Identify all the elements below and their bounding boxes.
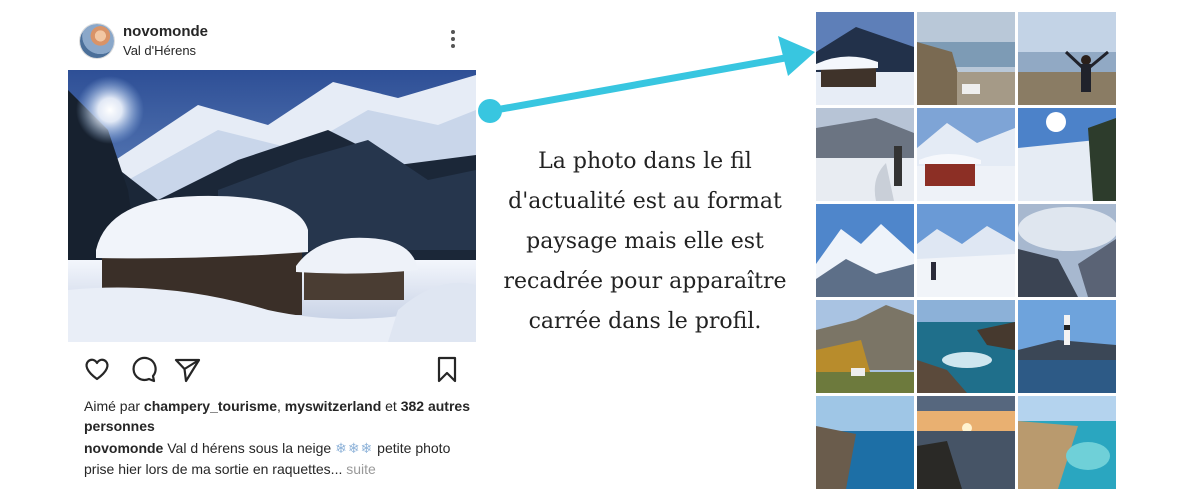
grid-photo-sunny-slope[interactable] xyxy=(1018,108,1116,201)
grid-photo-hiker-ridge[interactable] xyxy=(917,204,1015,297)
likes-prefix: Aimé par xyxy=(84,398,144,414)
post-caption: novomonde Val d hérens sous la neige ❄❄❄… xyxy=(84,438,474,480)
annotation-text: La photo dans le fil d'actualité est au … xyxy=(503,149,787,334)
comment-icon[interactable] xyxy=(128,354,158,384)
grid-photo-snowy-path[interactable] xyxy=(816,108,914,201)
grid-photo-autumn-valley[interactable] xyxy=(816,300,914,393)
grid-photo-sea-cliffs[interactable] xyxy=(816,396,914,489)
post-username[interactable]: novomonde xyxy=(123,23,208,40)
post-photo[interactable] xyxy=(68,70,476,342)
post-actions xyxy=(68,350,476,386)
arrow-icon xyxy=(478,36,815,123)
heart-icon[interactable] xyxy=(82,354,112,384)
likes-and: et xyxy=(381,398,401,414)
likes-separator: , xyxy=(276,398,285,414)
liker-link-2[interactable]: myswitzerland xyxy=(285,398,381,414)
profile-grid xyxy=(816,12,1116,489)
grid-photo-lighthouse[interactable] xyxy=(1018,300,1116,393)
grid-photo-snow-valley[interactable] xyxy=(1018,204,1116,297)
grid-photo-sunset-sea[interactable] xyxy=(917,396,1015,489)
more-options-icon[interactable] xyxy=(450,30,456,52)
grid-photo-turquoise-cove[interactable] xyxy=(1018,396,1116,489)
caption-text: Val d hérens sous la neige xyxy=(163,440,336,456)
grid-photo-person-lake[interactable] xyxy=(1018,12,1116,105)
instagram-post: novomonde Val d'Hérens Aimé par champery… xyxy=(68,0,476,500)
share-icon[interactable] xyxy=(172,354,202,384)
bookmark-icon[interactable] xyxy=(432,354,462,384)
grid-photo-rocky-coast[interactable] xyxy=(917,300,1015,393)
snowflake-emojis: ❄❄❄ xyxy=(335,440,374,456)
caption-more-link[interactable]: suite xyxy=(342,461,376,477)
avatar[interactable] xyxy=(80,24,114,58)
likes-count[interactable]: 382 xyxy=(401,398,424,414)
liker-link-1[interactable]: champery_tourisme xyxy=(144,398,277,414)
post-location[interactable]: Val d'Hérens xyxy=(123,43,196,58)
grid-photo-snowy-chalets[interactable] xyxy=(816,12,914,105)
likes-text: Aimé par champery_tourisme, myswitzerlan… xyxy=(84,396,474,436)
caption-username[interactable]: novomonde xyxy=(84,440,163,456)
post-header: novomonde Val d'Hérens xyxy=(80,22,476,60)
grid-photo-lake-vineyard[interactable] xyxy=(917,12,1015,105)
grid-photo-red-chalet[interactable] xyxy=(917,108,1015,201)
grid-photo-snowy-peaks[interactable] xyxy=(816,204,914,297)
